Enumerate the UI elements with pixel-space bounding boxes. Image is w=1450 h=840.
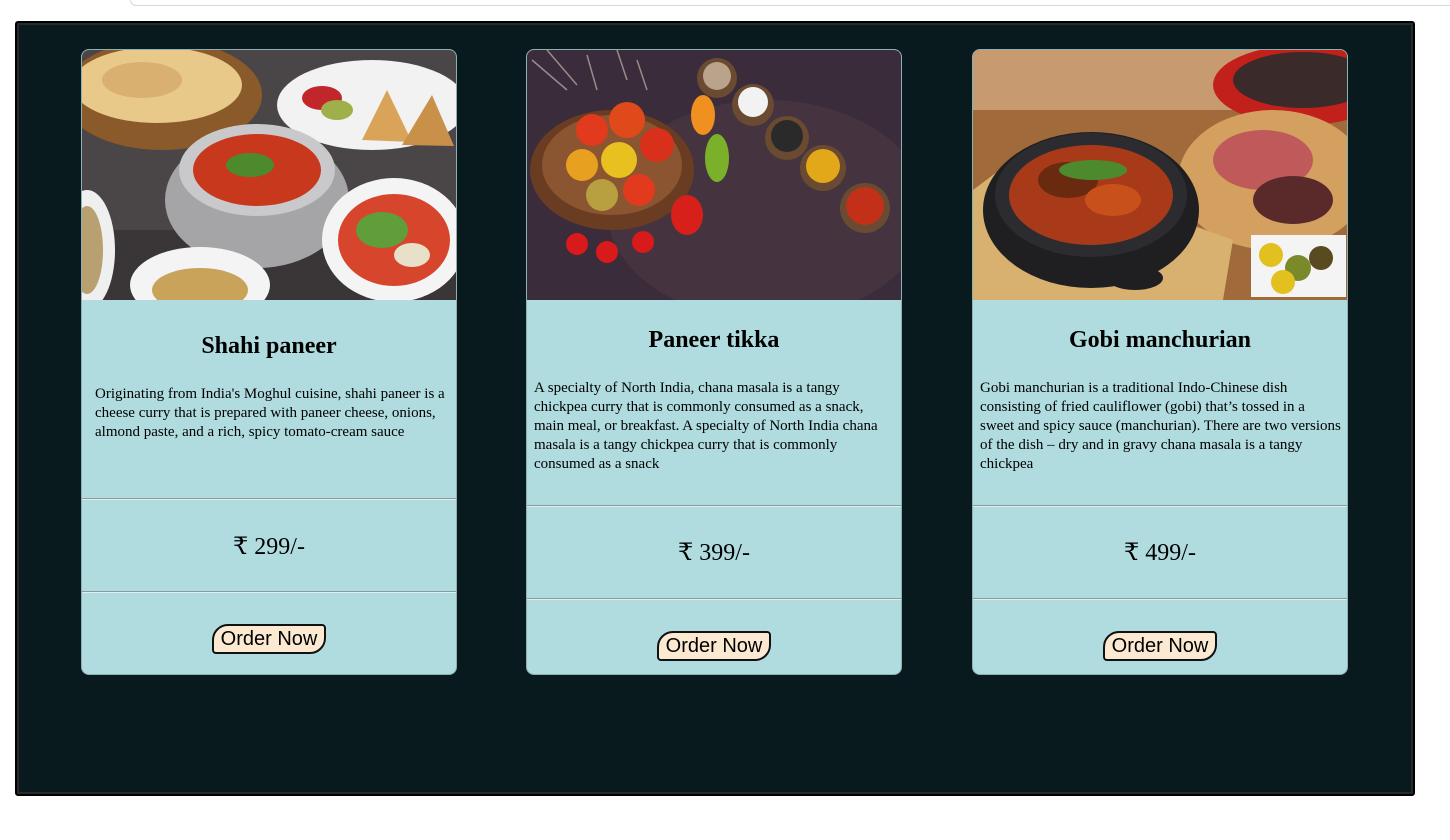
dish-image — [527, 50, 901, 300]
dish-price: ₹ 499/- — [1124, 540, 1196, 566]
divider — [973, 598, 1347, 599]
browser-edge — [130, 0, 1450, 6]
dish-title: Gobi manchurian — [1068, 327, 1252, 353]
order-now-button[interactable]: Order Now — [1103, 631, 1217, 661]
divider — [527, 598, 901, 599]
dish-description: Gobi manchurian is a traditional Indo-Ch… — [980, 380, 1341, 472]
dish-image — [973, 50, 1347, 300]
dish-title: Paneer tikka — [648, 327, 780, 353]
order-now-button[interactable]: Order Now — [212, 624, 326, 654]
dish-price: ₹ 299/- — [233, 534, 305, 560]
order-now-button[interactable]: Order Now — [657, 631, 771, 661]
divider — [973, 505, 1347, 506]
divider — [527, 505, 901, 506]
divider — [82, 591, 456, 592]
dish-card-paneer-tikka: Paneer tikka A specialty of North India,… — [526, 49, 902, 675]
dish-description: A specialty of North India, chana masala… — [534, 380, 878, 472]
dish-title: Shahi paneer — [201, 333, 337, 359]
dish-card-gobi-manchurian: Gobi manchurian Gobi manchurian is a tra… — [972, 49, 1348, 675]
divider — [82, 498, 456, 499]
dish-image — [82, 50, 456, 300]
menu-section: Shahi paneer Originating from India's Mo… — [15, 21, 1415, 796]
dish-description: Originating from India's Moghul cuisine,… — [95, 386, 445, 440]
dish-price: ₹ 399/- — [678, 540, 750, 566]
dish-card-shahi-paneer: Shahi paneer Originating from India's Mo… — [81, 49, 457, 675]
